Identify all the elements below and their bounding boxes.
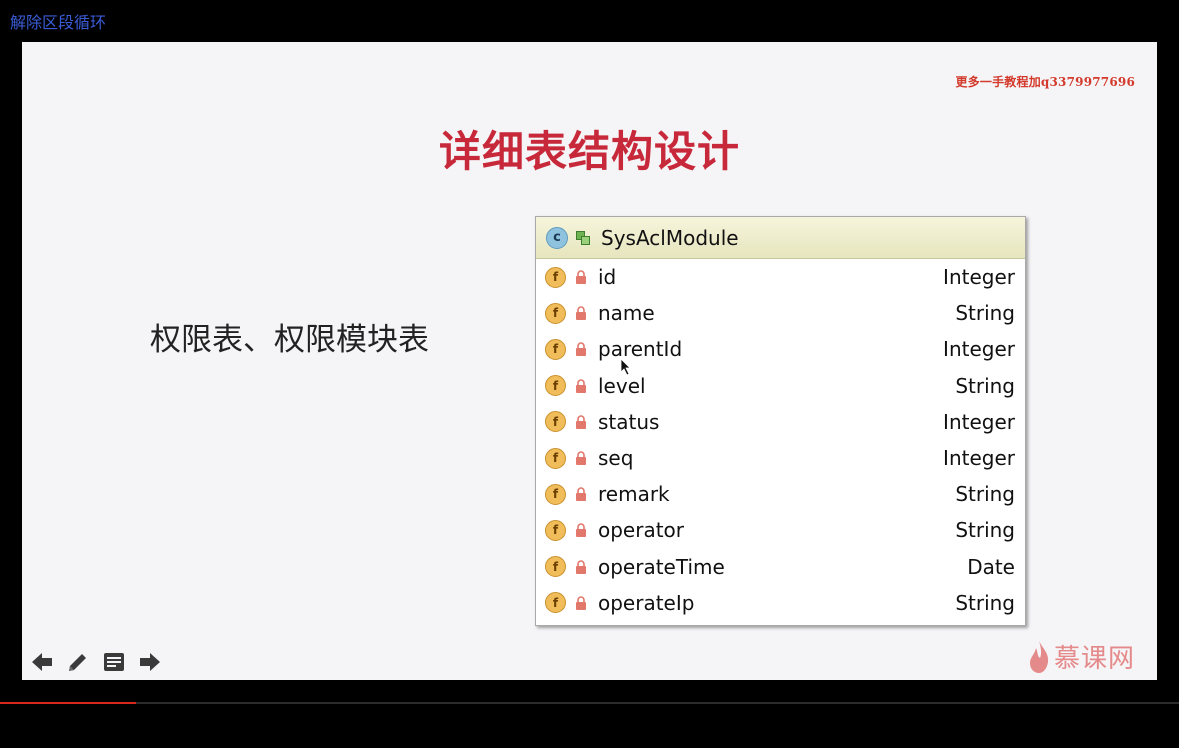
field-row: f name String [536,295,1025,331]
lock-icon [576,559,586,574]
lock-icon [576,270,586,285]
slide-subtitle: 权限表、权限模块表 [150,322,429,358]
lock-icon [576,451,586,466]
field-row: f operator String [536,512,1025,548]
lock-icon [576,306,586,321]
field-type: String [955,518,1015,543]
field-type: String [955,301,1015,326]
arrow-left-icon[interactable] [30,650,54,674]
logo-text: 慕课网 [1054,644,1136,674]
class-structure-panel: c SysAclModule f id Integer f name Strin… [535,216,1026,626]
slide: 更多一手教程加q3379977696 详细表结构设计 权限表、权限模块表 c S… [22,42,1157,680]
field-row: f parentId Integer [536,331,1025,367]
lock-icon [576,487,586,502]
field-type: Date [967,554,1015,579]
field-name: parentId [598,337,683,362]
field-row: f level String [536,368,1025,404]
field-list: f id Integer f name String f parentId In… [536,259,1025,621]
field-icon: f [545,375,566,397]
flame-icon [1030,640,1049,673]
field-name: operateIp [598,590,695,615]
field-name: level [598,373,646,398]
field-name: name [598,301,655,326]
mouse-cursor-icon [620,358,631,376]
lock-icon [576,342,586,357]
field-row: f seq Integer [536,440,1025,476]
field-name: status [598,409,660,434]
lock-icon [576,596,586,610]
video-progress-bar[interactable] [0,702,1179,704]
field-icon: f [545,519,566,541]
field-type: String [955,373,1015,398]
pencil-icon[interactable] [66,650,90,674]
field-icon: f [545,411,566,433]
arrow-right-icon[interactable] [138,650,162,674]
class-name: SysAclModule [601,225,739,250]
slide-nav-controls [30,650,162,674]
lock-icon [576,415,586,429]
field-name: remark [598,482,670,507]
class-header: c SysAclModule [536,217,1025,259]
lock-icon [576,523,586,538]
field-name: id [598,265,617,290]
field-type: String [955,590,1015,615]
loop-section-link[interactable]: 解除区段循环 [10,9,106,33]
field-type: Integer [943,446,1015,471]
field-row: f id Integer [536,259,1025,295]
lock-icon [576,378,586,393]
field-icon: f [545,447,566,469]
field-type: Integer [943,337,1015,362]
field-row: f operateTime Date [536,549,1025,585]
notes-icon[interactable] [102,650,126,674]
field-row: f operateIp String [536,585,1025,621]
field-icon: f [545,556,566,578]
field-name: operateTime [598,554,725,579]
class-icon: c [546,226,568,249]
field-name: operator [598,518,685,543]
field-type: Integer [943,409,1015,434]
field-icon: f [545,266,566,288]
field-name: seq [598,446,634,471]
field-icon: f [545,592,566,614]
watermark-text: 更多一手教程加q3379977696 [955,75,1135,89]
static-members-icon [576,230,590,245]
field-icon: f [545,483,566,505]
field-row: f status Integer [536,404,1025,440]
video-progress-fill [0,702,136,704]
field-icon: f [545,338,566,360]
field-icon: f [545,302,566,324]
slide-title: 详细表结构设计 [438,127,740,176]
imooc-logo: 慕课网 [1028,638,1135,675]
field-row: f remark String [536,476,1025,512]
field-type: String [955,482,1015,507]
field-type: Integer [943,265,1015,290]
